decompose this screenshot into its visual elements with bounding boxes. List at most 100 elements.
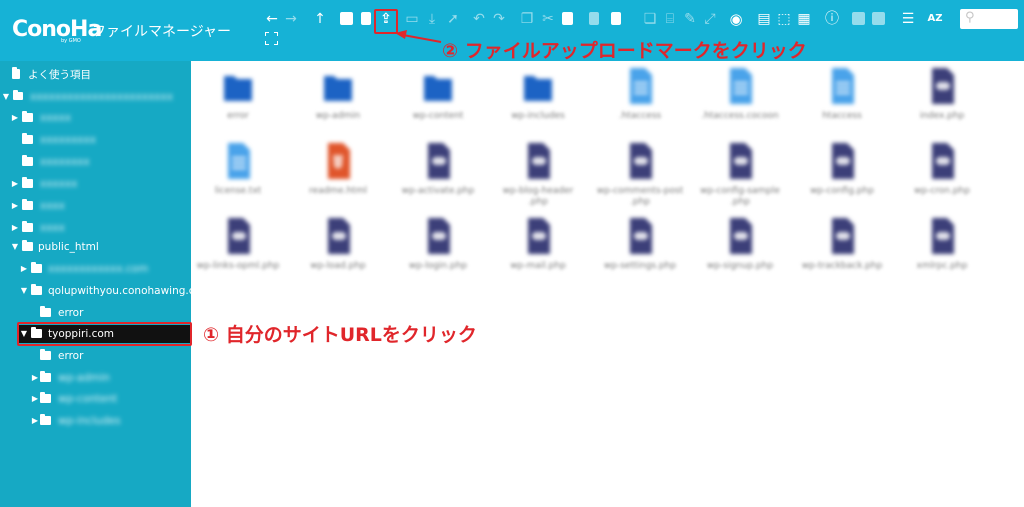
file-icon xyxy=(926,66,958,106)
annotation-step-2: ② ファイルアップロードマークをクリック xyxy=(442,40,807,62)
preview-icon[interactable]: ◉ xyxy=(726,8,746,30)
file-name-line2: .php xyxy=(528,197,548,207)
file-item[interactable]: wp-config-sample .php xyxy=(690,141,790,211)
tree-item[interactable]: ▶ xxxx xyxy=(0,219,191,237)
file-item[interactable]: wp-cron.php xyxy=(892,141,992,211)
tree-item[interactable]: ▶ xxxxxx xyxy=(0,175,191,193)
info-icon[interactable]: ⓘ xyxy=(822,8,842,30)
file-item[interactable]: wp-activate.php xyxy=(388,141,488,211)
caret-down-icon[interactable]: ▼ xyxy=(2,88,10,106)
folder-icon xyxy=(40,414,51,425)
select-all-icon[interactable]: ▤ xyxy=(754,8,774,30)
new-file-icon[interactable] xyxy=(361,12,371,25)
conoha-logo[interactable]: ConoHa xyxy=(12,17,102,42)
app-title: ファイルマネージャー xyxy=(92,24,232,40)
tree-item-wp-includes[interactable]: ▶ wp-includes xyxy=(0,412,191,430)
tree-item[interactable]: ▶ xxxx xyxy=(0,197,191,215)
file-item[interactable]: wp-config.php xyxy=(792,141,892,211)
caret-right-icon[interactable]: ▶ xyxy=(20,260,28,278)
extract-icon[interactable] xyxy=(852,12,865,25)
file-item[interactable]: wp-trackback.php xyxy=(792,216,892,286)
file-item[interactable]: wp-settings.php xyxy=(590,216,690,286)
tree-item[interactable]: xxxxxxxx xyxy=(0,153,191,171)
file-name: wp-activate.php xyxy=(401,186,475,196)
duplicate-icon[interactable] xyxy=(611,12,621,25)
caret-right-icon[interactable]: ▶ xyxy=(31,390,39,408)
tree-item-wp-content[interactable]: ▶ wp-content xyxy=(0,390,191,408)
back-icon[interactable]: ← xyxy=(262,8,282,30)
open-folder-icon[interactable]: ▭ xyxy=(402,8,422,30)
redo-icon[interactable]: ↷ xyxy=(489,8,509,30)
folder-icon xyxy=(40,349,51,360)
file-item[interactable]: wp-links-opml.php xyxy=(188,216,288,286)
file-name: wp-trackback.php xyxy=(801,261,883,271)
search-icon: ⚲ xyxy=(965,10,975,25)
root-item[interactable]: ▼ xxxxxxxxxxxxxxxxxxxxxxx xyxy=(0,88,191,106)
new-folder-icon[interactable] xyxy=(340,12,353,25)
file-name: wp-content xyxy=(412,111,464,121)
caret-down-icon[interactable]: ▼ xyxy=(11,238,19,256)
computer-icon xyxy=(13,90,23,100)
file-item[interactable]: wp-includes xyxy=(488,66,588,136)
file-item[interactable]: index.php xyxy=(892,66,992,136)
file-item[interactable]: xmlrpc.php xyxy=(892,216,992,286)
select-none-icon[interactable]: ⬚ xyxy=(774,8,794,30)
tree-item[interactable]: ▶ xxxxxxxxxxxx.com xyxy=(0,260,191,278)
tree-item-conohawing[interactable]: ▼ qolupwithyou.conohawing.com xyxy=(0,282,211,300)
file-item[interactable]: wp-content xyxy=(388,66,488,136)
cut-icon[interactable]: ✂ xyxy=(538,8,558,30)
file-icon xyxy=(422,216,454,256)
tree-item-wp-admin[interactable]: ▶ wp-admin xyxy=(0,369,191,387)
edit-field-icon[interactable]: ⌸ xyxy=(660,8,680,30)
download-icon[interactable]: ⤓ xyxy=(422,8,442,30)
caret-right-icon[interactable]: ▶ xyxy=(31,412,39,430)
paste-icon[interactable] xyxy=(562,12,573,25)
delete-icon[interactable] xyxy=(589,12,599,25)
select-icon[interactable]: ➚ xyxy=(443,8,463,30)
edit-icon[interactable]: ✎ xyxy=(680,8,700,30)
file-item[interactable]: wp-load.php xyxy=(288,216,388,286)
tree-item-error[interactable]: error xyxy=(0,347,191,365)
file-item[interactable]: wp-admin xyxy=(288,66,388,136)
tree-item-error[interactable]: error xyxy=(0,304,191,322)
file-item[interactable]: wp-mail.php xyxy=(488,216,588,286)
file-item[interactable]: .htaccess.cocoon xyxy=(690,66,790,136)
file-item[interactable]: error xyxy=(188,66,288,136)
search-input[interactable]: ⚲ xyxy=(960,9,1018,29)
file-item[interactable]: wp-blog-header .php xyxy=(488,141,588,211)
rename-icon[interactable]: ❏ xyxy=(640,8,660,30)
file-icon xyxy=(724,66,756,106)
forward-icon[interactable]: → xyxy=(281,8,301,30)
sort-icon[interactable]: AZ xyxy=(925,8,945,30)
file-item[interactable]: readme.html xyxy=(288,141,388,211)
caret-right-icon[interactable]: ▶ xyxy=(31,369,39,387)
copy-icon[interactable]: ❐ xyxy=(517,8,537,30)
caret-right-icon[interactable]: ▶ xyxy=(11,197,19,215)
folder-icon xyxy=(22,177,33,188)
caret-right-icon[interactable]: ▶ xyxy=(11,175,19,193)
archive-icon[interactable] xyxy=(872,12,885,25)
file-name: xmlrpc.php xyxy=(916,261,968,271)
file-name-line2: .php xyxy=(630,197,650,207)
file-item[interactable]: wp-signup.php xyxy=(690,216,790,286)
file-item[interactable]: htaccess xyxy=(792,66,892,136)
file-icon xyxy=(826,216,858,256)
fullscreen-icon[interactable] xyxy=(265,32,278,45)
caret-right-icon[interactable]: ▶ xyxy=(11,109,19,127)
undo-icon[interactable]: ↶ xyxy=(469,8,489,30)
invert-selection-icon[interactable]: ▦ xyxy=(794,8,814,30)
file-item[interactable]: .htaccess xyxy=(590,66,690,136)
view-list-icon[interactable]: ☰ xyxy=(898,8,918,30)
file-item[interactable]: wp-comments-post .php xyxy=(590,141,690,211)
file-item[interactable]: license.txt xyxy=(188,141,288,211)
caret-right-icon[interactable]: ▶ xyxy=(11,219,19,237)
file-item[interactable]: wp-login.php xyxy=(388,216,488,286)
resize-icon[interactable]: ⤢ xyxy=(700,8,720,30)
tree-item[interactable]: ▶ xxxxx xyxy=(0,109,191,127)
favorites-item[interactable]: よく使う項目 xyxy=(0,66,191,84)
file-name: wp-load.php xyxy=(310,261,366,271)
tree-item[interactable]: xxxxxxxxx xyxy=(0,131,191,149)
caret-down-icon[interactable]: ▼ xyxy=(20,282,28,300)
up-icon[interactable]: ↑ xyxy=(310,8,330,30)
tree-item-public-html[interactable]: ▼ public_html xyxy=(0,238,191,256)
